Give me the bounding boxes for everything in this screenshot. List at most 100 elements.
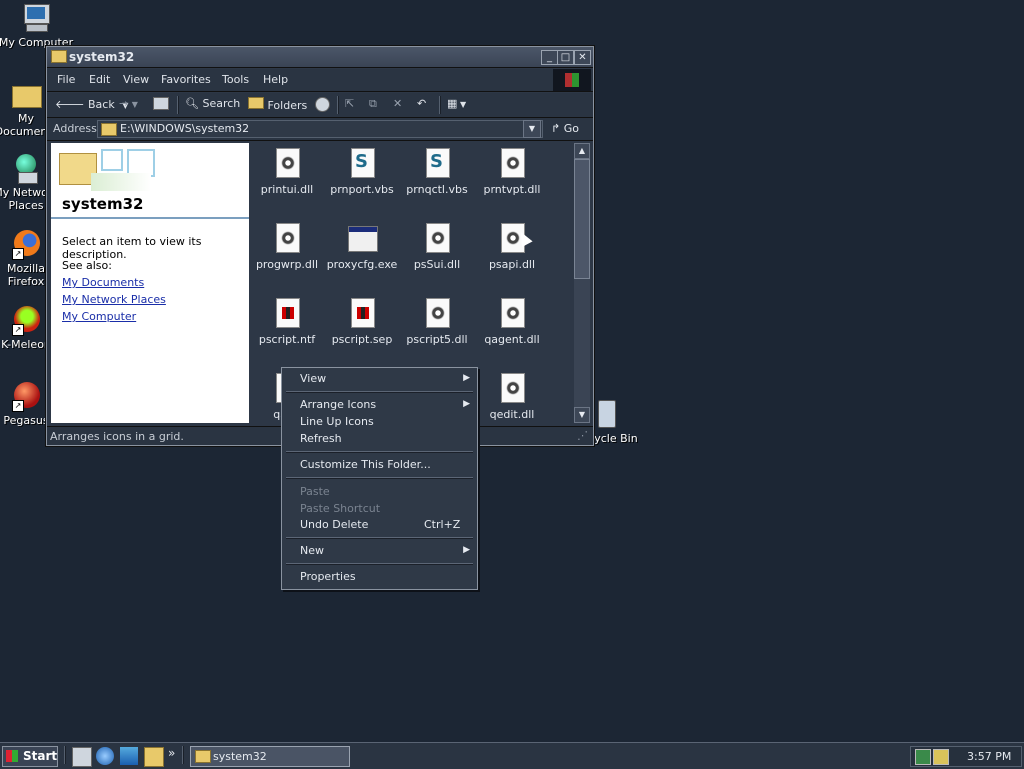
- menu-item-line-up-icons[interactable]: Line Up Icons: [300, 415, 374, 428]
- file-name: prnqctl.vbs: [406, 183, 468, 196]
- maximize-button[interactable]: □: [557, 50, 574, 65]
- address-input[interactable]: E:\WINDOWS\system32: [97, 120, 543, 138]
- scroll-down-button[interactable]: ▼: [574, 407, 590, 423]
- menu-item-customize-folder[interactable]: Customize This Folder...: [300, 458, 431, 471]
- menu-item-label: Undo Delete: [300, 518, 369, 531]
- outlook-express-icon[interactable]: [120, 747, 138, 765]
- menu-item-new[interactable]: New: [300, 544, 324, 557]
- show-desktop-icon[interactable]: [72, 747, 92, 767]
- file-item[interactable]: progwrp.dll: [251, 222, 325, 271]
- menu-item-label: Paste Shortcut: [300, 502, 381, 515]
- folder-banner-icon: [51, 143, 171, 193]
- menu-item-arrange-icons[interactable]: Arrange Icons: [300, 398, 376, 411]
- menu-item-undo-delete[interactable]: Undo Delete: [300, 518, 368, 531]
- link-my-computer[interactable]: My Computer: [62, 310, 136, 323]
- dll-icon: [423, 222, 451, 254]
- firefox-icon: ↗: [10, 228, 42, 260]
- taskbar-separator: [64, 746, 66, 764]
- undo-button[interactable]: ↶: [417, 97, 426, 110]
- link-my-documents[interactable]: My Documents: [62, 276, 144, 289]
- search-label: Search: [202, 97, 241, 110]
- script-icon: S: [423, 147, 451, 179]
- dll-icon: [498, 372, 526, 404]
- dll-icon: [273, 147, 301, 179]
- file-item[interactable]: psSui.dll: [399, 222, 475, 271]
- computer-icon: [20, 2, 52, 34]
- search-button[interactable]: 🔍︎ Search: [185, 97, 240, 110]
- up-folder-button[interactable]: [153, 97, 169, 113]
- file-name: prnport.vbs: [330, 183, 394, 196]
- menu-tools[interactable]: Tools: [222, 73, 249, 86]
- menu-view[interactable]: View: [123, 73, 149, 86]
- file-name: psapi.dll: [488, 258, 536, 271]
- forward-button[interactable]: → ▼: [119, 97, 138, 110]
- file-item[interactable]: qagent.dll: [474, 297, 550, 346]
- k-meleon-icon: ↗: [10, 304, 42, 336]
- folders-button[interactable]: Folders: [248, 97, 307, 112]
- font-icon: [348, 297, 376, 329]
- file-item[interactable]: pscript.sep: [324, 297, 400, 346]
- windows-explorer-icon[interactable]: [144, 747, 164, 767]
- go-button[interactable]: ↱ Go: [551, 122, 579, 135]
- move-to-button[interactable]: ⇱: [345, 97, 354, 110]
- quick-launch-chevron[interactable]: »: [168, 746, 175, 760]
- up-folder-icon: [153, 97, 169, 110]
- vertical-scrollbar[interactable]: ▲ ▼: [574, 143, 590, 423]
- resize-grip-icon[interactable]: ⋰: [577, 429, 588, 442]
- menu-file[interactable]: File: [57, 73, 75, 86]
- close-button[interactable]: ✕: [574, 50, 591, 65]
- script-icon: S: [348, 147, 376, 179]
- desktop-icon-my-computer[interactable]: My Computer: [0, 2, 74, 49]
- copy-to-button[interactable]: ⧉: [369, 97, 377, 111]
- delete-button[interactable]: ✕: [393, 97, 402, 110]
- scroll-thumb[interactable]: [574, 159, 590, 279]
- clock[interactable]: 3:57 PM: [967, 750, 1011, 763]
- file-item[interactable]: pscript5.dll: [399, 297, 475, 346]
- file-item[interactable]: qedit.dll: [474, 372, 550, 421]
- file-item[interactable]: S prnport.vbs: [324, 147, 400, 196]
- start-button[interactable]: Start: [2, 746, 58, 767]
- menu-item-refresh[interactable]: Refresh: [300, 432, 342, 445]
- details-divider: [51, 217, 249, 219]
- submenu-arrow-icon: ▶: [463, 399, 470, 409]
- toolbar-separator: [337, 96, 339, 114]
- title-bar[interactable]: system32 _ □ ✕: [47, 47, 593, 68]
- system-tray: 3:57 PM: [910, 746, 1022, 767]
- menu-item-label: Properties: [300, 570, 356, 583]
- file-item[interactable]: proxycfg.exe: [324, 222, 400, 271]
- window-title: system32: [69, 50, 135, 64]
- menu-item-shortcut: Ctrl+Z: [424, 518, 461, 531]
- file-item[interactable]: psapi.dll: [474, 222, 550, 271]
- menu-help[interactable]: Help: [263, 73, 288, 86]
- folder-icon: [101, 123, 117, 136]
- minimize-button[interactable]: _: [541, 50, 558, 65]
- security-tray-icon[interactable]: [933, 749, 949, 765]
- internet-explorer-icon[interactable]: [96, 747, 114, 765]
- go-arrow-icon: ↱: [551, 122, 561, 135]
- menu-favorites[interactable]: Favorites: [161, 73, 211, 86]
- folder-icon: [195, 750, 211, 763]
- link-my-network-places[interactable]: My Network Places: [62, 293, 166, 306]
- address-dropdown-button[interactable]: ▼: [523, 120, 541, 138]
- menu-item-view[interactable]: View: [300, 372, 470, 385]
- menu-item-label: Customize This Folder...: [300, 458, 431, 471]
- file-item[interactable]: prntvpt.dll: [474, 147, 550, 196]
- back-button[interactable]: 🡐 Back ▼: [55, 97, 128, 111]
- history-button[interactable]: [315, 97, 330, 115]
- file-item[interactable]: S prnqctl.vbs: [399, 147, 475, 196]
- file-item[interactable]: pscript.ntf: [251, 297, 325, 346]
- views-button[interactable]: ▦ ▼: [447, 97, 466, 110]
- windows-flag-icon: [6, 750, 18, 762]
- scroll-up-button[interactable]: ▲: [574, 143, 590, 159]
- back-label: Back: [88, 98, 115, 111]
- folders-icon: [248, 97, 264, 109]
- history-icon: [315, 97, 330, 112]
- menu-item-properties[interactable]: Properties: [300, 570, 356, 583]
- taskbar-button-system32[interactable]: system32: [190, 746, 350, 767]
- go-label: Go: [563, 122, 579, 135]
- file-item[interactable]: printui.dll: [251, 147, 325, 196]
- menu-edit[interactable]: Edit: [89, 73, 110, 86]
- file-name: psSui.dll: [413, 258, 461, 271]
- menu-item-paste-shortcut: Paste Shortcut: [300, 502, 380, 515]
- network-tray-icon[interactable]: [915, 749, 931, 765]
